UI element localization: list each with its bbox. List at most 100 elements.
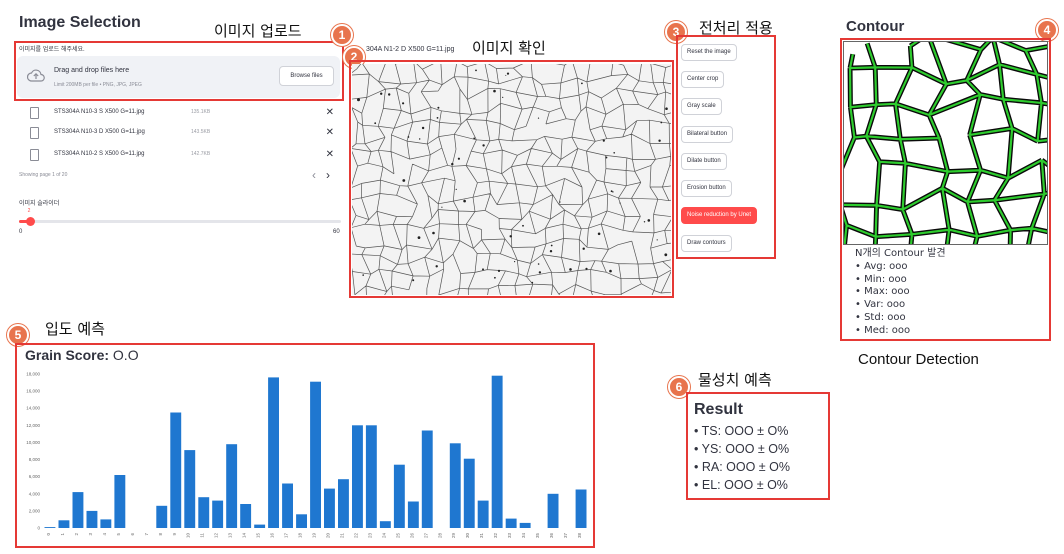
x-tick-label: 34 <box>521 533 526 539</box>
bar <box>198 497 210 528</box>
y-tick-label: 2,000 <box>29 508 41 513</box>
browse-files-button[interactable]: Browse files <box>279 66 334 86</box>
grain-defect <box>435 265 438 268</box>
result-list: • TS: OOO ± O% • YS: OOO ± O% • RA: OOO … <box>694 422 790 494</box>
x-tick-label: 37 <box>563 533 568 539</box>
image-slider[interactable]: 2 <box>19 208 341 228</box>
bar <box>421 430 433 528</box>
bar <box>282 483 293 528</box>
x-tick-label: 28 <box>437 533 442 539</box>
bar <box>393 464 405 528</box>
prev-page-icon[interactable]: ‹ <box>312 168 316 182</box>
stat-med: • Med: ooo <box>855 324 911 336</box>
bilateral-button[interactable]: Bilateral button <box>681 126 734 143</box>
grain-defect <box>494 276 496 279</box>
grain-defect <box>357 98 360 102</box>
grain-defect <box>380 92 383 95</box>
bar <box>254 524 266 528</box>
y-tick-label: 14,000 <box>26 406 40 411</box>
x-tick-label: 30 <box>465 533 470 539</box>
y-tick-label: 18,000 <box>26 372 40 377</box>
y-tick-label: 12,000 <box>26 423 40 428</box>
grain-defect <box>362 274 364 276</box>
grain-defect <box>421 126 425 130</box>
x-tick-label: 3 <box>88 533 93 536</box>
grain-defect <box>402 179 406 182</box>
bar <box>505 518 517 528</box>
x-tick-label: 11 <box>200 533 205 538</box>
gray-scale-button[interactable]: Gray scale <box>681 98 722 115</box>
grain-score-title: Grain Score: O.O <box>25 347 139 363</box>
remove-file-icon[interactable]: ✕ <box>326 127 334 138</box>
x-tick-label: 7 <box>144 533 149 536</box>
noise-reduction-unet-button[interactable]: Noise reduction by Unet <box>681 207 758 224</box>
bar <box>519 522 531 528</box>
bar <box>379 521 391 528</box>
grain-defect <box>665 107 668 110</box>
x-tick-label: 6 <box>130 533 135 536</box>
grain-defect <box>609 269 612 273</box>
slider-track <box>19 220 341 223</box>
grain-defect <box>506 72 510 75</box>
bar <box>184 450 196 528</box>
grain-defect <box>537 117 540 119</box>
x-tick-label: 0 <box>46 533 51 536</box>
upload-prompt: 이미지를 업로드 해주세요. <box>19 47 85 53</box>
grain-defect <box>550 244 553 247</box>
remove-file-icon[interactable]: ✕ <box>326 107 334 118</box>
bar <box>86 510 98 528</box>
grain-defect <box>522 224 524 227</box>
x-tick-label: 12 <box>214 533 219 539</box>
next-page-icon[interactable]: › <box>326 168 330 182</box>
result-title: Result <box>694 401 743 418</box>
grain-defect <box>538 271 542 274</box>
preview-annotation: 이미지 확인 <box>472 39 546 57</box>
dilate-button[interactable]: Dilate button <box>681 153 727 170</box>
file-dropzone[interactable]: Drag and drop files here Limit 200MB per… <box>17 56 340 98</box>
grain-defect <box>441 206 443 208</box>
grain-defect <box>514 261 516 263</box>
center-crop-button[interactable]: Center crop <box>681 71 725 88</box>
y-tick-label: 10,000 <box>26 440 40 445</box>
remove-file-icon[interactable]: ✕ <box>326 149 334 160</box>
reset-image-button[interactable]: Reset the image <box>681 44 737 61</box>
file-icon <box>30 149 39 161</box>
contour-stats: N개의 Contour 발견 • Avg: ooo • Min: ooo • M… <box>855 248 946 338</box>
contour-count: N개의 Contour 발견 <box>855 248 946 259</box>
stat-max: • Max: ooo <box>855 286 910 298</box>
grain-defect <box>407 136 410 138</box>
file-name: STS304A N10-2 S X500 G=11.jpg <box>54 151 145 157</box>
x-tick-label: 19 <box>312 533 317 539</box>
file-name: STS304A N10-3 D X500 G=11.jpg <box>54 129 145 135</box>
result-ts: • TS: OOO ± O% <box>694 424 789 438</box>
x-tick-label: 38 <box>577 533 582 539</box>
slider-handle[interactable] <box>25 217 35 226</box>
bar <box>240 504 252 528</box>
y-tick-label: 8,000 <box>29 457 41 462</box>
grain-defect <box>647 219 651 222</box>
x-tick-label: 24 <box>381 533 386 539</box>
bar <box>114 475 126 528</box>
x-tick-label: 5 <box>116 533 121 536</box>
grain-defect <box>436 117 439 119</box>
grain-defect <box>569 268 572 271</box>
badge-1: 1 <box>331 24 353 46</box>
grain-defect <box>505 74 507 76</box>
x-tick-label: 23 <box>367 533 372 539</box>
grain-defect <box>402 102 405 105</box>
grain-defect <box>537 263 540 265</box>
x-tick-label: 29 <box>451 533 456 539</box>
bar <box>100 519 112 528</box>
x-tick-label: 17 <box>284 533 289 539</box>
result-ra: • RA: OOO ± O% <box>694 460 790 474</box>
erosion-button[interactable]: Erosion button <box>681 180 732 197</box>
grain-defect <box>374 122 377 125</box>
bar <box>268 377 279 528</box>
stat-avg: • Avg: ooo <box>855 260 908 272</box>
result-ys: • YS: OOO ± O% <box>694 442 790 456</box>
grain-defect <box>419 138 421 140</box>
file-size: 135.1KB <box>191 109 211 115</box>
grain-defect <box>585 267 588 270</box>
draw-contours-button[interactable]: Draw contours <box>681 235 732 252</box>
bar <box>407 501 419 528</box>
